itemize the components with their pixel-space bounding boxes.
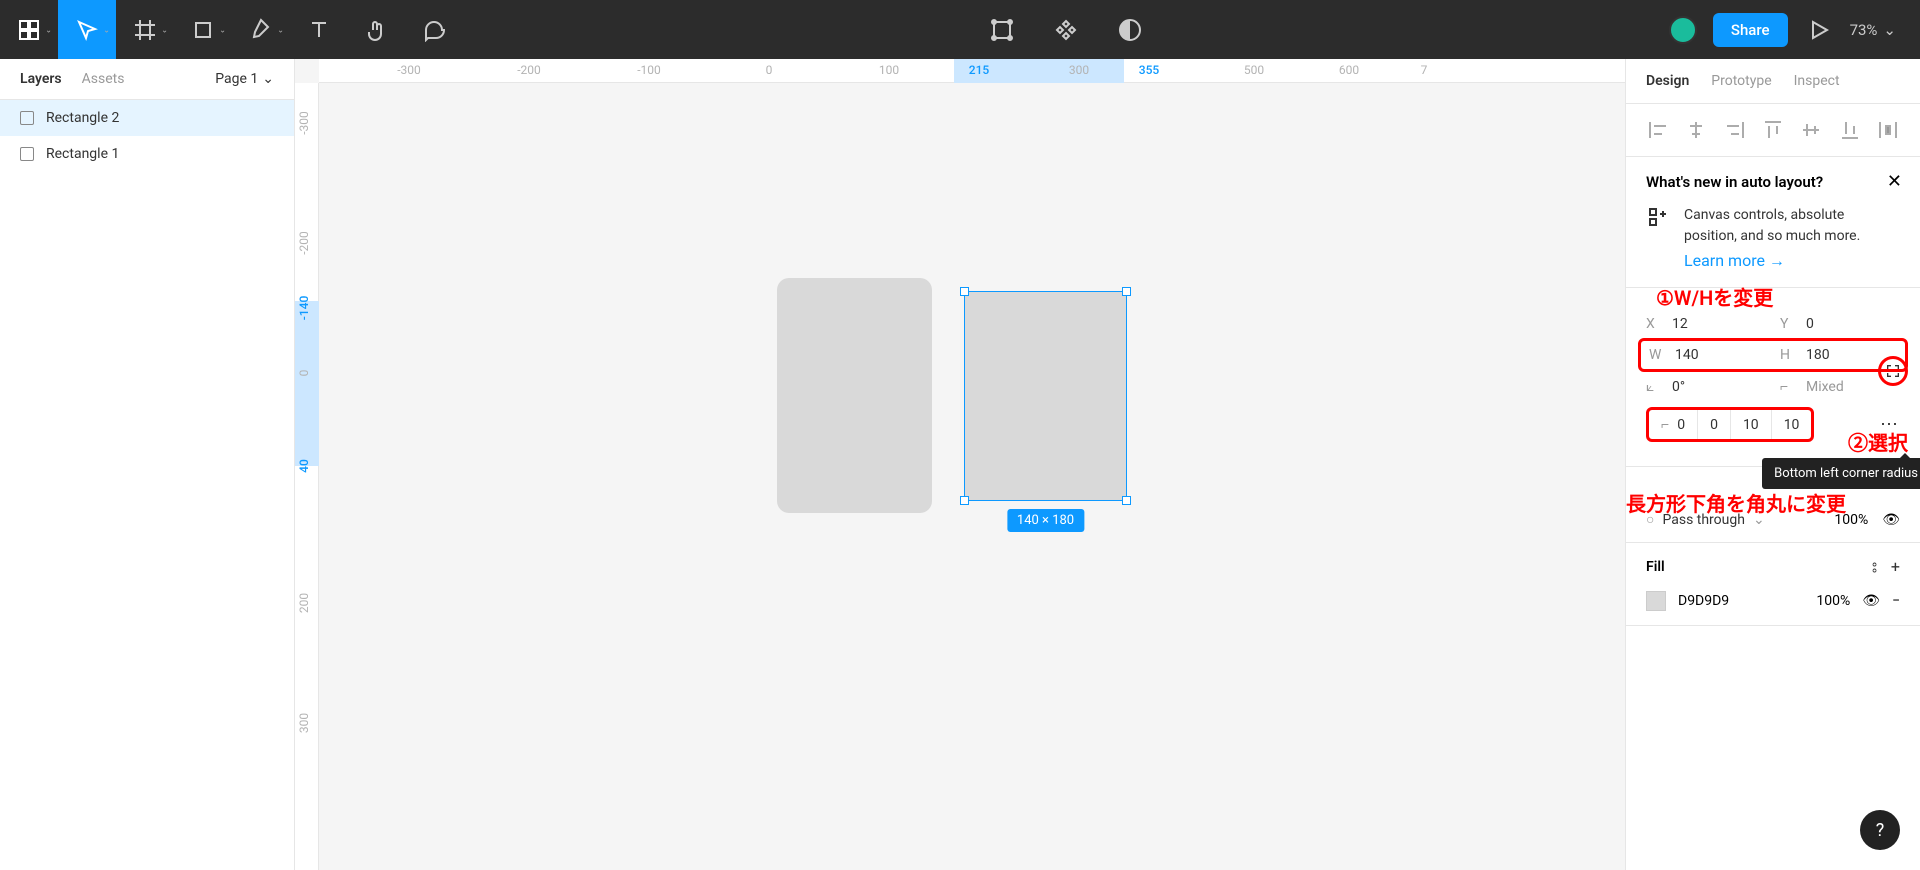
- whats-new-panel: What's new in auto layout? ✕ Canvas cont…: [1626, 157, 1920, 288]
- close-icon[interactable]: ✕: [1887, 171, 1902, 192]
- corner-bl-input[interactable]: 10: [1772, 410, 1812, 439]
- tab-prototype[interactable]: Prototype: [1711, 73, 1771, 89]
- h-label: H: [1780, 347, 1796, 363]
- help-button[interactable]: ?: [1860, 810, 1900, 850]
- share-button[interactable]: Share: [1713, 13, 1788, 47]
- height-input[interactable]: 180: [1806, 347, 1830, 363]
- layers-panel: Layers Assets Page 1⌄ Rectangle 2 Rectan…: [0, 59, 295, 870]
- chevron-down-icon: ⌄: [277, 25, 284, 34]
- layer-item[interactable]: Rectangle 1: [0, 136, 294, 172]
- horizontal-ruler: -300-200-10001002153003555006007: [319, 59, 1625, 83]
- tab-layers[interactable]: Layers: [20, 71, 62, 87]
- annotation-3: ③長方形下角を角丸に変更: [1625, 488, 1846, 517]
- fill-section: Fill ⦂ + D9D9D9 100% 👁 −: [1626, 543, 1920, 626]
- corner-radius-input[interactable]: Mixed: [1806, 379, 1844, 395]
- tooltip: Bottom left corner radius: [1762, 458, 1920, 489]
- user-avatar[interactable]: [1669, 16, 1697, 44]
- layer-item[interactable]: Rectangle 2: [0, 100, 294, 136]
- boolean-tool[interactable]: [1110, 0, 1150, 59]
- tab-design[interactable]: Design: [1646, 73, 1689, 89]
- fill-hex-input[interactable]: D9D9D9: [1678, 593, 1729, 609]
- rotation-icon: ⟀: [1646, 379, 1662, 395]
- chevron-down-icon: ⌄: [45, 25, 52, 34]
- corner-tl-input[interactable]: ⌐0: [1649, 410, 1698, 439]
- style-icon[interactable]: ⦂: [1872, 557, 1877, 577]
- rectangle-2-selected[interactable]: 140 × 180: [964, 291, 1127, 501]
- chevron-down-icon: ⌄: [161, 25, 168, 34]
- resize-handle-br[interactable]: [1122, 496, 1131, 505]
- independent-corners-button[interactable]: [1878, 356, 1908, 386]
- align-left-icon[interactable]: [1646, 118, 1670, 142]
- annotation-2: ②選択: [1848, 427, 1908, 456]
- pen-tool[interactable]: ⌄: [232, 0, 290, 59]
- add-fill-button[interactable]: +: [1891, 557, 1900, 577]
- rectangle-icon: [20, 147, 34, 161]
- y-label: Y: [1780, 316, 1796, 332]
- auto-layout-icon: [1646, 205, 1670, 229]
- align-right-icon[interactable]: [1723, 118, 1747, 142]
- width-input[interactable]: 140: [1675, 347, 1699, 363]
- canvas[interactable]: -300-200-10001002153003555006007 -300-20…: [295, 59, 1625, 870]
- fill-opacity-input[interactable]: 100%: [1816, 593, 1850, 609]
- corner-icon: ⌐: [1780, 378, 1796, 395]
- shape-tool[interactable]: ⌄: [174, 0, 232, 59]
- align-center-h-icon[interactable]: [1684, 118, 1708, 142]
- rectangle-icon: [20, 111, 34, 125]
- w-label: W: [1649, 347, 1665, 363]
- distribute-icon[interactable]: [1876, 118, 1900, 142]
- tab-inspect[interactable]: Inspect: [1794, 73, 1840, 89]
- chevron-down-icon: ⌄: [219, 25, 226, 34]
- move-tool[interactable]: ⌄: [58, 0, 116, 59]
- x-input[interactable]: 12: [1672, 316, 1688, 332]
- corner-tr-input[interactable]: 0: [1698, 410, 1731, 439]
- top-toolbar: ⌄ ⌄ ⌄ ⌄ ⌄: [0, 0, 1920, 59]
- remove-fill-button[interactable]: −: [1892, 593, 1900, 609]
- x-label: X: [1646, 316, 1662, 332]
- y-input[interactable]: 0: [1806, 316, 1814, 332]
- text-tool[interactable]: [290, 0, 348, 59]
- learn-more-link[interactable]: Learn more →: [1684, 251, 1785, 271]
- resize-handle-tr[interactable]: [1122, 287, 1131, 296]
- mask-tool[interactable]: [1046, 0, 1086, 59]
- visibility-icon[interactable]: 👁: [1882, 512, 1900, 528]
- design-panel: Design Prototype Inspect What's new in a…: [1625, 59, 1920, 870]
- hand-tool[interactable]: [348, 0, 406, 59]
- resize-handle-tl[interactable]: [960, 287, 969, 296]
- chevron-down-icon: ⌄: [262, 71, 274, 87]
- align-bottom-icon[interactable]: [1838, 118, 1862, 142]
- annotation-1: ①W/Hを変更: [1656, 282, 1773, 311]
- rectangle-1[interactable]: [777, 278, 932, 513]
- component-tool[interactable]: [982, 0, 1022, 59]
- chevron-down-icon: ⌄: [103, 25, 110, 34]
- main-menu-button[interactable]: ⌄: [0, 0, 58, 59]
- corner-br-input[interactable]: 10: [1731, 410, 1772, 439]
- fill-swatch[interactable]: [1646, 591, 1666, 611]
- align-center-v-icon[interactable]: [1799, 118, 1823, 142]
- comment-tool[interactable]: [406, 0, 464, 59]
- align-top-icon[interactable]: [1761, 118, 1785, 142]
- size-badge: 140 × 180: [1007, 509, 1084, 532]
- tab-assets[interactable]: Assets: [82, 71, 125, 87]
- chevron-down-icon: ⌄: [1883, 21, 1896, 39]
- vertical-ruler: -300-200-140040200300: [295, 83, 319, 870]
- visibility-icon[interactable]: 👁: [1862, 593, 1880, 609]
- frame-tool[interactable]: ⌄: [116, 0, 174, 59]
- zoom-dropdown[interactable]: 73%⌄: [1850, 21, 1896, 39]
- present-button[interactable]: [1804, 0, 1834, 59]
- page-dropdown[interactable]: Page 1⌄: [215, 71, 274, 87]
- rotation-input[interactable]: 0°: [1672, 379, 1685, 395]
- resize-handle-bl[interactable]: [960, 496, 969, 505]
